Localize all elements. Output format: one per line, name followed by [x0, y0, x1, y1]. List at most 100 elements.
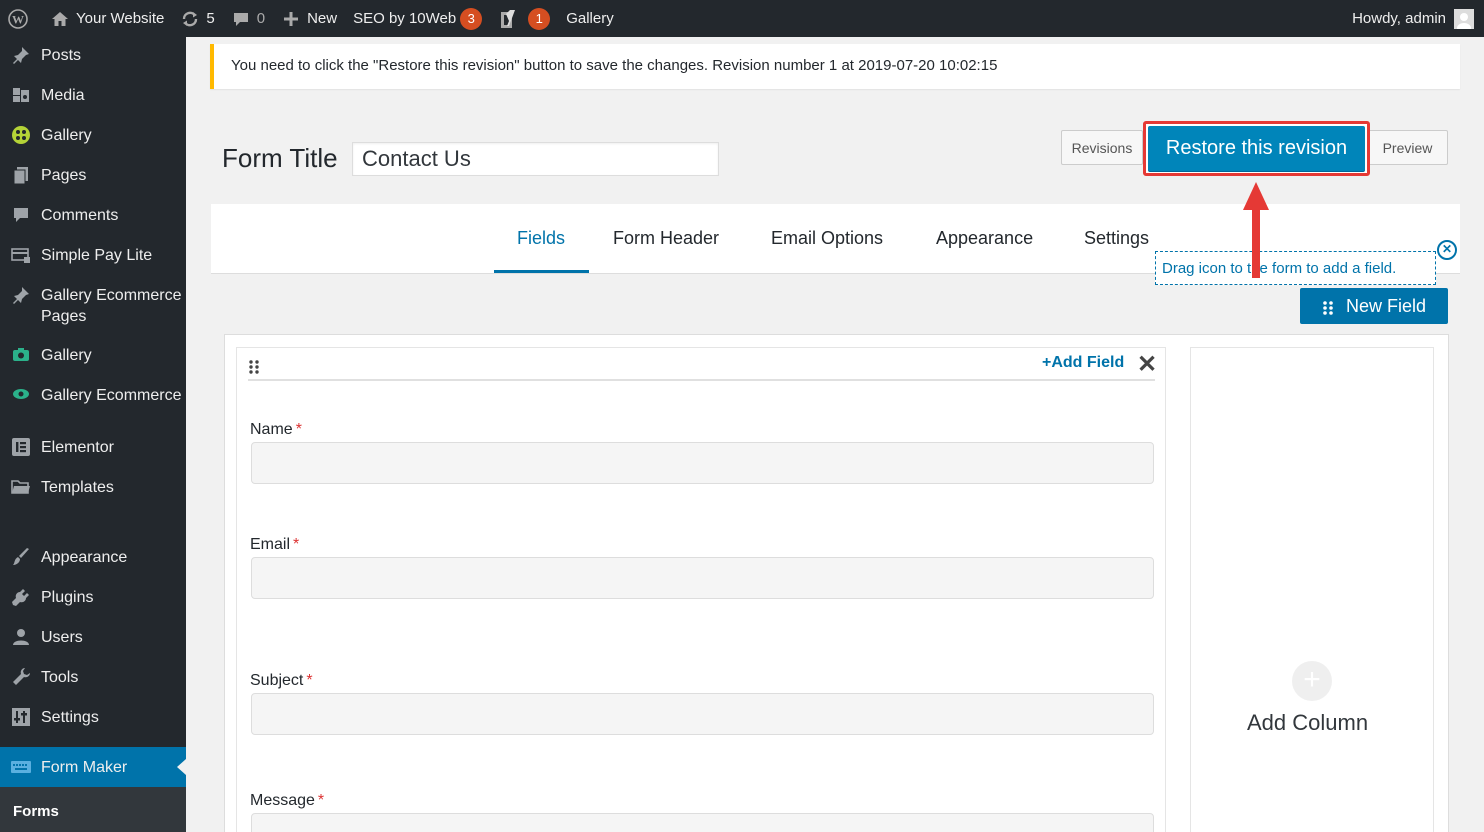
drag-handle-icon[interactable]	[249, 360, 259, 374]
pages-icon	[10, 164, 32, 186]
eye-icon	[10, 384, 32, 406]
sidebar-item-posts[interactable]: Posts	[0, 44, 186, 66]
sidebar-item-label: Elementor	[41, 439, 114, 456]
user-icon	[10, 626, 32, 648]
sidebar-item-label: Tools	[41, 669, 79, 686]
sidebar-item-users[interactable]: Users	[0, 626, 186, 648]
media-icon	[10, 84, 32, 106]
svg-text:W: W	[12, 12, 24, 26]
sidebar-item-elementor[interactable]: Elementor	[0, 436, 186, 458]
required-marker: *	[295, 421, 302, 438]
sidebar-item-pages[interactable]: Pages	[0, 164, 186, 186]
comments-menu[interactable]: 0	[223, 0, 273, 37]
tab-settings[interactable]: Settings	[1084, 228, 1149, 249]
revisions-button[interactable]: Revisions	[1061, 130, 1143, 165]
preview-button[interactable]: Preview	[1367, 130, 1448, 165]
updates-menu[interactable]: 5	[172, 0, 222, 37]
message-field[interactable]	[251, 813, 1154, 832]
wordpress-logo-menu[interactable]: W	[0, 0, 42, 37]
field-label-text: Message	[250, 792, 315, 809]
home-icon	[50, 9, 70, 29]
sidebar-item-comments[interactable]: Comments	[0, 204, 186, 226]
name-field[interactable]	[251, 442, 1154, 484]
sidebar-item-label: Gallery Ecommerce Pages	[41, 287, 182, 325]
sidebar-item-label: Gallery	[41, 127, 92, 144]
submenu-forms[interactable]: Forms	[0, 787, 186, 832]
comment-icon	[231, 9, 251, 29]
admin-bar: W Your Website 5 0 New SEO by 10Web 3 1	[0, 0, 1484, 37]
sidebar-item-simple-pay-lite[interactable]: Simple Pay Lite	[0, 244, 186, 266]
pin-icon	[10, 284, 32, 306]
field-label-text: Email	[250, 536, 291, 553]
tab-fields[interactable]: Fields	[517, 228, 565, 249]
keyboard-icon	[10, 756, 32, 778]
sidebar-item-form-maker[interactable]: Form Maker	[0, 747, 186, 787]
field-label-name: Name *	[250, 421, 302, 439]
tab-form-header[interactable]: Form Header	[613, 228, 719, 249]
sidebar-item-label: Users	[41, 629, 83, 646]
field-label-message: Message *	[250, 792, 324, 810]
seo-menu[interactable]: SEO by 10Web 3	[345, 0, 490, 37]
sidebar-item-plugins[interactable]: Plugins	[0, 586, 186, 608]
highlight-arrow	[1241, 180, 1271, 280]
new-field-button[interactable]: New Field	[1300, 288, 1448, 324]
seo-badge: 3	[460, 7, 483, 30]
revision-notice: You need to click the "Restore this revi…	[210, 44, 1460, 89]
folder-icon	[10, 476, 32, 498]
required-marker: *	[306, 672, 313, 689]
yoast-menu[interactable]: 1	[490, 0, 558, 37]
sidebar-item-label: Comments	[41, 207, 119, 224]
site-name-menu[interactable]: Your Website	[42, 0, 172, 37]
card-icon	[10, 244, 32, 266]
yoast-icon	[498, 9, 518, 29]
sidebar-item-templates[interactable]: Templates	[0, 476, 186, 498]
tooltip-close-icon[interactable]: ✕	[1437, 240, 1457, 260]
sidebar-item-label: Pages	[41, 167, 87, 184]
field-label-text: Subject	[250, 672, 304, 689]
restore-revision-label: Restore this revision	[1148, 126, 1365, 171]
required-marker: *	[317, 792, 325, 809]
sidebar-item-label: Settings	[41, 709, 99, 726]
restore-revision-button[interactable]: Restore this revision	[1143, 121, 1370, 176]
add-column-label[interactable]: Add Column	[1247, 710, 1368, 736]
howdy-text: Howdy, admin	[1352, 10, 1446, 27]
drag-tooltip: Drag icon to the form to add a field.	[1155, 251, 1436, 285]
tooltip-text: Drag icon to the form to add a field.	[1162, 260, 1397, 277]
sidebar-item-appearance[interactable]: Appearance	[0, 546, 186, 568]
plus-icon	[281, 9, 301, 29]
close-icon[interactable]: ✕	[1137, 350, 1157, 379]
avatar	[1454, 8, 1474, 29]
sidebar-item-gallery-2[interactable]: Gallery	[0, 344, 186, 366]
sidebar-item-settings[interactable]: Settings	[0, 706, 186, 728]
sidebar-item-label: Posts	[41, 47, 82, 64]
wrench-icon	[10, 666, 32, 688]
sidebar-item-label: Simple Pay Lite	[41, 247, 153, 264]
notice-text: You need to click the "Restore this revi…	[231, 57, 998, 74]
sidebar-item-gallery[interactable]: Gallery	[0, 124, 186, 146]
subject-field[interactable]	[251, 693, 1154, 735]
comment-icon	[10, 204, 32, 226]
pin-icon	[10, 44, 32, 66]
sidebar-item-media[interactable]: Media	[0, 84, 186, 106]
sidebar-item-gallery-ecommerce[interactable]: Gallery Ecommerce	[0, 384, 186, 406]
add-field-label: Add Field	[1051, 354, 1125, 371]
new-content-menu[interactable]: New	[273, 0, 345, 37]
plus-icon: +	[1042, 354, 1052, 371]
email-field[interactable]	[251, 557, 1154, 599]
add-field-button[interactable]: +Add Field	[1042, 354, 1124, 372]
camera-icon	[10, 344, 32, 366]
sidebar-item-gallery-ecommerce-pages[interactable]: Gallery Ecommerce Pages	[0, 284, 186, 327]
sidebar-item-label: Templates	[41, 479, 114, 496]
gallery-menu[interactable]: Gallery	[558, 0, 622, 37]
form-title-input[interactable]	[352, 142, 719, 176]
add-column-plus-icon[interactable]: +	[1292, 661, 1332, 701]
field-label-text: Name	[250, 421, 293, 438]
account-menu[interactable]: Howdy, admin	[1352, 8, 1484, 29]
sidebar-item-label: Plugins	[41, 589, 94, 606]
add-column-area[interactable]	[1190, 347, 1434, 832]
updates-icon	[180, 9, 200, 29]
sidebar-item-tools[interactable]: Tools	[0, 666, 186, 688]
tab-appearance[interactable]: Appearance	[936, 228, 1033, 249]
tab-email-options[interactable]: Email Options	[771, 228, 883, 249]
site-name: Your Website	[76, 10, 165, 27]
